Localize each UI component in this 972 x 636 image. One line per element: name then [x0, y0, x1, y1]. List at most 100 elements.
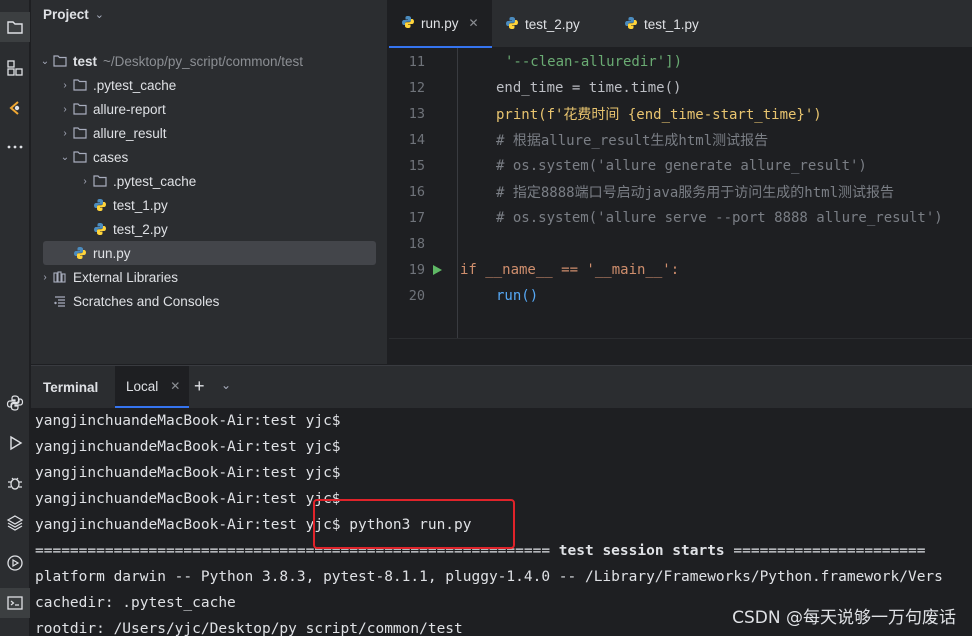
terminal-line: yangjinchuandeMacBook-Air:test yjc$ — [35, 434, 341, 460]
code-text: # os.system('allure generate allure_resu… — [496, 158, 867, 174]
code-line-14[interactable]: 14 # 根据allure_result生成html测试报告 — [389, 127, 768, 153]
cachedir-line: cachedir: .pytest_cache — [35, 595, 236, 611]
run-gutter-icon[interactable] — [431, 257, 445, 283]
code-text: # os.system('allure serve --port 8888 al… — [496, 210, 943, 226]
project-panel: Project ⌄ ⌄ test ~/Desktop/py_script/com… — [31, 0, 388, 364]
terminal-prompt: yangjinchuandeMacBook-Air:test yjc$ — [35, 517, 341, 533]
chevron-down-icon[interactable]: ⌄ — [59, 152, 71, 163]
more-tools-button[interactable] — [0, 132, 30, 162]
tree-item-test-2[interactable]: test_2.py — [91, 217, 168, 241]
terminal-line: platform darwin -- Python 3.8.3, pytest-… — [35, 564, 943, 590]
folder-icon — [53, 54, 69, 68]
vcs-tool-button[interactable] — [0, 93, 30, 123]
code-line-12[interactable]: 12 end_time = time.time() — [389, 75, 682, 101]
tree-item-label: test_1.py — [113, 197, 168, 213]
tree-item-label: test — [73, 53, 98, 69]
terminal-tab-bar: Terminal Local ✕ + ⌄ — [31, 366, 972, 408]
play-circle-icon — [7, 555, 23, 571]
layers-icon — [6, 515, 24, 531]
line-number: 13 — [408, 106, 425, 122]
code-line-19[interactable]: 19 if __name__ == '__main__': — [389, 257, 679, 283]
tree-item-test-1[interactable]: test_1.py — [91, 193, 168, 217]
terminal-line: yangjinchuandeMacBook-Air:test yjc$ — [35, 486, 341, 512]
tab-label: Local — [126, 378, 159, 394]
python-console-button[interactable] — [0, 388, 30, 418]
chevron-right-icon[interactable]: › — [39, 272, 51, 283]
services-tool-button[interactable] — [0, 508, 30, 538]
tab-local[interactable]: Local ✕ — [115, 366, 189, 408]
tree-item-label: .pytest_cache — [93, 77, 177, 93]
tree-item-allure-report[interactable]: › allure-report — [59, 97, 166, 121]
tree-item-allure-result[interactable]: › allure_result — [59, 121, 166, 145]
python-file-icon — [401, 15, 415, 32]
tab-test-2[interactable]: test_2.py — [493, 0, 609, 48]
chevron-down-icon[interactable]: ⌄ — [221, 378, 231, 392]
tree-item-scratches[interactable]: Scratches and Consoles — [51, 289, 219, 313]
rootdir-line: rootdir: /Users/yjc/Desktop/py_script/co… — [35, 621, 463, 636]
line-number: 11 — [408, 54, 425, 70]
code-line-13[interactable]: 13 print(f'花费时间 {end_time-start_time}') — [389, 101, 822, 127]
python-file-icon — [93, 222, 109, 236]
close-icon[interactable]: ✕ — [469, 16, 479, 30]
code-text: end_time = time.time() — [496, 80, 682, 96]
code-line-17[interactable]: 17 # os.system('allure serve --port 8888… — [389, 205, 943, 231]
tab-run-py[interactable]: run.py ✕ — [389, 0, 492, 48]
indent-guide — [457, 48, 458, 338]
code-editor: run.py ✕ test_2.py test_1.py 11 '--clean… — [389, 0, 972, 364]
structure-icon — [7, 60, 23, 76]
tree-item-label: allure-report — [93, 101, 166, 117]
debug-tool-button[interactable] — [0, 468, 30, 498]
run-tool-button[interactable] — [0, 428, 30, 458]
folder-icon — [93, 174, 109, 188]
services-run-button[interactable] — [0, 548, 30, 578]
terminal-prompt: yangjinchuandeMacBook-Air:test yjc$ — [35, 465, 341, 481]
code-line-18[interactable]: 18 — [389, 231, 425, 257]
bug-icon — [8, 477, 22, 490]
platform-line: platform darwin -- Python 3.8.3, pytest-… — [35, 569, 943, 585]
tree-item-run-py[interactable]: run.py — [71, 241, 131, 265]
python-file-icon — [93, 198, 109, 212]
code-line-11[interactable]: 11 '--clean-alluredir']) — [389, 49, 682, 75]
tree-item-label: Scratches and Consoles — [73, 293, 220, 309]
chevron-down-icon[interactable]: ⌄ — [39, 56, 51, 67]
chevron-right-icon[interactable]: › — [59, 80, 71, 91]
code-line-16[interactable]: 16 # 指定8888端口号启动java服务用于访问生成的html测试报告 — [389, 179, 894, 205]
terminal-line: yangjinchuandeMacBook-Air:test yjc$ — [35, 408, 341, 434]
chevron-right-icon[interactable]: › — [59, 104, 71, 115]
folder-icon — [7, 21, 23, 34]
line-number: 19 — [408, 262, 425, 278]
terminal-tool-button[interactable] — [0, 588, 30, 618]
tool-window-strip — [0, 0, 30, 636]
tree-item-cases-pytest-cache[interactable]: › .pytest_cache — [79, 169, 196, 193]
chevron-right-icon[interactable]: › — [59, 128, 71, 139]
project-tool-button[interactable] — [0, 12, 30, 42]
terminal-icon — [7, 596, 23, 610]
line-number: 17 — [408, 210, 425, 226]
project-panel-header[interactable]: Project ⌄ — [31, 0, 387, 28]
terminal-line: rootdir: /Users/yjc/Desktop/py_script/co… — [35, 616, 463, 636]
add-terminal-icon[interactable]: + — [194, 376, 205, 397]
tab-test-1[interactable]: test_1.py — [612, 0, 728, 48]
code-text: # 指定8888端口号启动java服务用于访问生成的html测试报告 — [496, 185, 895, 201]
tree-item-cases[interactable]: ⌄ cases — [59, 145, 128, 169]
watermark: CSDN @每天说够一万句废话 — [732, 608, 956, 628]
editor-tabs: run.py ✕ test_2.py test_1.py — [389, 0, 972, 48]
chevron-right-icon[interactable]: › — [79, 176, 91, 187]
terminal-title: Terminal — [43, 379, 99, 395]
code-line-20[interactable]: 20 run() — [389, 283, 538, 309]
library-icon — [53, 270, 69, 284]
tree-item-external-libraries[interactable]: › External Libraries — [39, 265, 178, 289]
code-line-15[interactable]: 15 # os.system('allure generate allure_r… — [389, 153, 867, 179]
run-icon — [10, 435, 23, 451]
structure-tool-button[interactable] — [0, 53, 30, 83]
tree-item-test[interactable]: ⌄ test ~/Desktop/py_script/common/test — [39, 49, 303, 73]
line-number: 15 — [408, 158, 425, 174]
folder-icon — [73, 126, 89, 140]
terminal-panel: Terminal Local ✕ + ⌄ yangjinchuandeMacBo… — [31, 365, 972, 636]
code-text: print(f'花费时间 {end_time-start_time}') — [496, 107, 822, 123]
close-icon[interactable]: ✕ — [170, 379, 180, 393]
tree-item-label: test_2.py — [113, 221, 168, 237]
tree-item-pytest-cache[interactable]: › .pytest_cache — [59, 73, 176, 97]
tree-item-label: External Libraries — [73, 269, 179, 285]
annotation-highlight-box — [313, 499, 515, 549]
